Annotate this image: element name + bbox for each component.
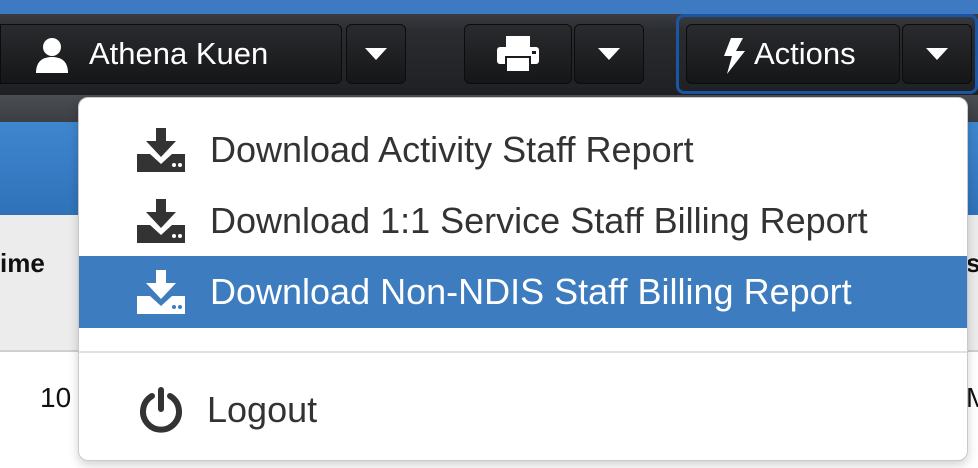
user-dropdown-toggle[interactable]: [346, 24, 406, 84]
actions-dropdown-menu: Download Activity Staff Report Download …: [78, 97, 968, 461]
logout-label: Logout: [207, 389, 318, 430]
chevron-down-icon: [365, 48, 387, 60]
menu-item-label: Download Non-NDIS Staff Billing Report: [210, 271, 852, 312]
menu-item-download-activity-staff-report[interactable]: Download Activity Staff Report: [79, 114, 967, 186]
menu-item-download-service-billing-report[interactable]: Download 1:1 Service Staff Billing Repor…: [79, 185, 967, 257]
table-column-header: ime: [0, 248, 45, 278]
download-icon: [137, 268, 185, 316]
user-icon: [35, 37, 69, 73]
user-name-label: Athena Kuen: [89, 36, 269, 71]
menu-item-logout[interactable]: Logout: [79, 374, 967, 446]
printer-icon: [496, 35, 540, 73]
menu-item-label: Download Activity Staff Report: [210, 129, 694, 170]
chevron-down-icon: [598, 48, 620, 60]
actions-label: Actions: [754, 36, 856, 71]
menu-divider: [79, 351, 967, 353]
download-icon: [137, 197, 185, 245]
chevron-down-icon: [926, 48, 948, 60]
download-icon: [137, 126, 185, 174]
menu-item-label: Download 1:1 Service Staff Billing Repor…: [210, 200, 868, 241]
user-menu-button[interactable]: Athena Kuen: [0, 24, 342, 84]
table-cell: 10: [40, 382, 72, 413]
print-dropdown-toggle[interactable]: [574, 24, 644, 84]
print-button[interactable]: [464, 24, 572, 84]
actions-button[interactable]: Actions: [686, 24, 900, 84]
bolt-icon: [723, 38, 747, 74]
menu-item-download-non-ndis-billing-report[interactable]: Download Non-NDIS Staff Billing Report: [79, 256, 967, 328]
actions-dropdown-toggle[interactable]: [902, 24, 972, 84]
power-icon: [137, 386, 185, 434]
